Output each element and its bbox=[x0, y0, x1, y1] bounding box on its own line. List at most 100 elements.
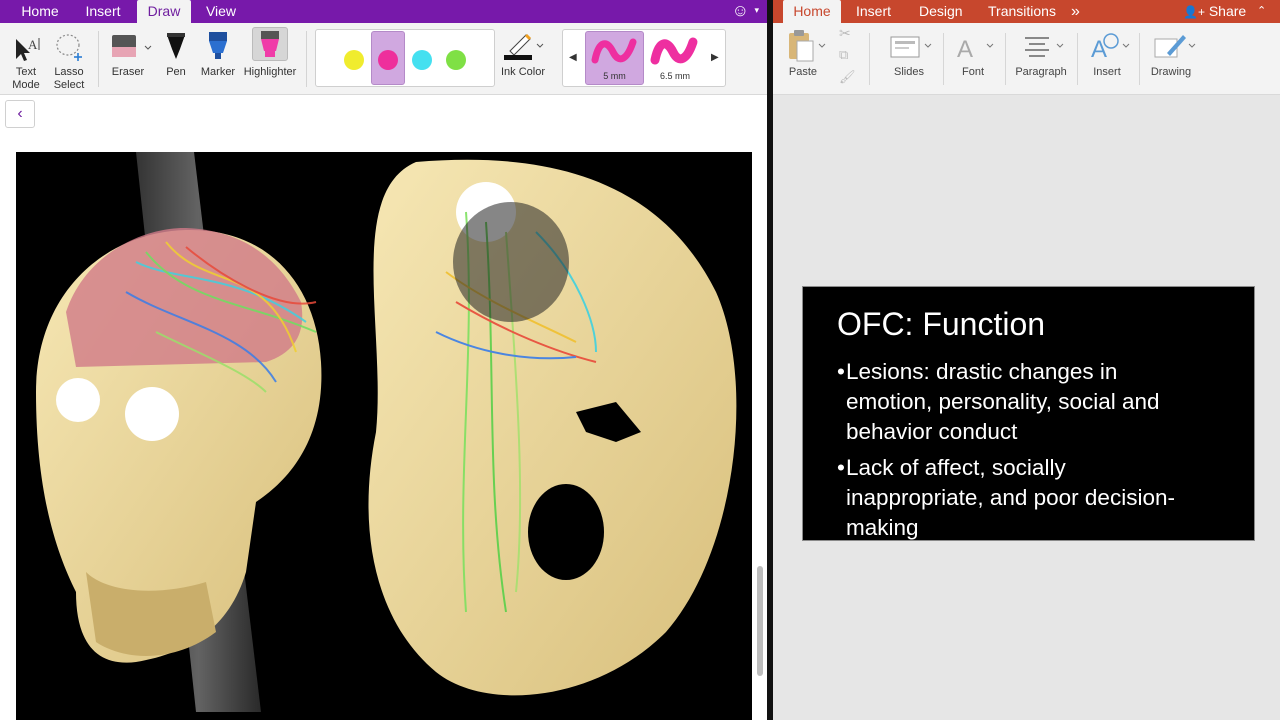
tab-home[interactable]: Home bbox=[8, 0, 72, 23]
skull-tractography-image[interactable] bbox=[16, 152, 752, 720]
chevron-down-icon[interactable]: ▾ bbox=[754, 5, 759, 16]
share-button[interactable]: 👤+ Share bbox=[1183, 0, 1246, 23]
pen-button[interactable]: Pen bbox=[158, 23, 194, 95]
font-button[interactable]: A Font bbox=[947, 23, 999, 95]
drawing-button[interactable]: Drawing bbox=[1143, 23, 1199, 95]
scroll-right-icon[interactable]: ▶ bbox=[711, 52, 719, 63]
paragraph-icon bbox=[1025, 37, 1064, 57]
eraser-icon bbox=[112, 35, 152, 57]
collapse-ribbon-icon[interactable]: ⌃ bbox=[1257, 0, 1266, 23]
drawing-label: Drawing bbox=[1150, 66, 1192, 78]
svg-text:A: A bbox=[957, 36, 973, 63]
slides-button[interactable]: Slides bbox=[879, 23, 939, 95]
bullet-marker: • bbox=[837, 359, 845, 384]
color-swatch-green[interactable] bbox=[446, 50, 466, 70]
draw-ribbon: A Text Mode Lasso Select Eraser Pen Mark… bbox=[0, 23, 767, 95]
bullet-2-line-1: Lack of affect, socially bbox=[846, 455, 1066, 480]
ribbon-divider bbox=[1139, 33, 1140, 85]
ribbon-divider bbox=[1005, 33, 1006, 85]
slides-icon bbox=[890, 36, 932, 58]
lasso-label-1: Lasso bbox=[54, 66, 84, 78]
size-6-5mm-label: 6.5 mm bbox=[659, 71, 690, 81]
back-button[interactable]: ‹ bbox=[5, 100, 35, 128]
ribbon-divider bbox=[943, 33, 944, 85]
tab-design[interactable]: Design bbox=[919, 0, 963, 23]
paragraph-button[interactable]: Paragraph bbox=[1009, 23, 1073, 95]
ink-color-icon bbox=[504, 33, 544, 60]
onenote-tab-bar: Home Insert Draw View ☺ ▾ bbox=[0, 0, 767, 23]
stroke-size-5mm-icon[interactable] bbox=[585, 34, 645, 68]
color-swatch-cyan[interactable] bbox=[412, 50, 432, 70]
highlighter-button[interactable]: Highlighter bbox=[242, 23, 298, 95]
scrollbar-thumb[interactable] bbox=[757, 566, 763, 676]
powerpoint-tab-bar: Home Insert Design Transitions » 👤+ Shar… bbox=[773, 0, 1280, 23]
ribbon-divider bbox=[1077, 33, 1078, 85]
tab-draw[interactable]: Draw bbox=[137, 0, 191, 23]
pen-size-gallery: ◀ 5 mm 6.5 mm ▶ bbox=[562, 29, 726, 87]
tab-transitions[interactable]: Transitions bbox=[988, 0, 1056, 23]
slides-label: Slides bbox=[894, 66, 924, 78]
lasso-icon bbox=[56, 34, 82, 61]
scroll-left-icon[interactable]: ◀ bbox=[569, 52, 577, 63]
marker-label: Marker bbox=[200, 66, 236, 78]
ink-color-button[interactable]: Ink Color bbox=[496, 23, 550, 95]
ink-color-label: Ink Color bbox=[500, 66, 546, 78]
bullet-marker: • bbox=[837, 455, 845, 480]
text-mode-button[interactable]: A Text Mode bbox=[6, 23, 46, 95]
insert-label: Insert bbox=[1093, 66, 1121, 78]
home-ribbon: Paste ✂ ⧉ 🖌 Slides A Font Paragraph A In… bbox=[773, 23, 1280, 95]
paragraph-label: Paragraph bbox=[1015, 66, 1067, 78]
pen-label: Pen bbox=[166, 66, 186, 78]
onenote-window: Home Insert Draw View ☺ ▾ A Text Mode La… bbox=[0, 0, 767, 720]
color-swatch-pink[interactable] bbox=[378, 50, 398, 70]
feedback-smiley-icon[interactable]: ☺ bbox=[732, 2, 749, 20]
ribbon-divider bbox=[98, 31, 99, 87]
skull-image-graphic bbox=[36, 152, 737, 712]
drawing-icon bbox=[1154, 35, 1196, 58]
highlighter-icon bbox=[261, 31, 279, 57]
bullet-2-line-2: inappropriate, and poor decision- bbox=[846, 485, 1175, 510]
tab-home[interactable]: Home bbox=[783, 0, 841, 23]
tab-insert[interactable]: Insert bbox=[74, 0, 132, 23]
insert-shapes-icon: A bbox=[1091, 33, 1130, 63]
pen-color-gallery bbox=[315, 29, 495, 87]
ribbon-divider bbox=[306, 31, 307, 87]
powerpoint-window: Home Insert Design Transitions » 👤+ Shar… bbox=[773, 0, 1280, 720]
lasso-label-2: Select bbox=[53, 79, 85, 91]
chevron-left-icon: ‹ bbox=[17, 105, 23, 122]
pen-icon bbox=[167, 33, 185, 59]
paste-button[interactable]: Paste bbox=[779, 23, 827, 95]
current-slide[interactable]: OFC: Function • Lesions: drastic changes… bbox=[802, 286, 1255, 541]
copy-icon[interactable]: ⧉ bbox=[839, 47, 848, 63]
add-person-icon: 👤+ bbox=[1183, 5, 1205, 19]
eraser-button[interactable]: Eraser bbox=[104, 23, 152, 95]
more-tabs-icon[interactable]: » bbox=[1071, 0, 1080, 23]
tab-view[interactable]: View bbox=[196, 0, 246, 23]
cursor-text-icon: A bbox=[16, 37, 40, 61]
bullet-2-line-3: making bbox=[846, 515, 919, 540]
marker-button[interactable]: Marker bbox=[198, 23, 238, 95]
stroke-size-6-5mm-icon[interactable] bbox=[645, 34, 705, 68]
color-swatch-yellow[interactable] bbox=[344, 50, 364, 70]
format-painter-icon[interactable]: 🖌 bbox=[839, 69, 856, 85]
ribbon-divider bbox=[869, 33, 870, 85]
text-mode-label-1: Text bbox=[15, 66, 37, 78]
font-icon: A bbox=[957, 36, 994, 63]
vertical-scrollbar[interactable] bbox=[753, 96, 767, 720]
share-label: Share bbox=[1208, 3, 1247, 19]
size-5mm-label: 5 mm bbox=[603, 71, 626, 81]
slide-bullet-1[interactable]: • Lesions: drastic changes in emotion, p… bbox=[837, 357, 1242, 447]
clipboard-icon bbox=[789, 30, 826, 62]
bullet-1-line-1: Lesions: drastic changes in bbox=[846, 359, 1118, 384]
highlighter-label: Highlighter bbox=[243, 66, 297, 78]
insert-button[interactable]: A Insert bbox=[1081, 23, 1133, 95]
bullet-1-line-3: behavior conduct bbox=[846, 419, 1018, 444]
paste-label: Paste bbox=[788, 66, 818, 78]
bullet-1-line-2: emotion, personality, social and bbox=[846, 389, 1160, 414]
lasso-select-button[interactable]: Lasso Select bbox=[48, 23, 90, 95]
slide-bullet-2[interactable]: • Lack of affect, socially inappropriate… bbox=[837, 453, 1242, 543]
slide-title[interactable]: OFC: Function bbox=[837, 305, 1045, 343]
cut-icon[interactable]: ✂ bbox=[839, 25, 851, 42]
marker-icon bbox=[209, 32, 227, 59]
tab-insert[interactable]: Insert bbox=[856, 0, 891, 23]
